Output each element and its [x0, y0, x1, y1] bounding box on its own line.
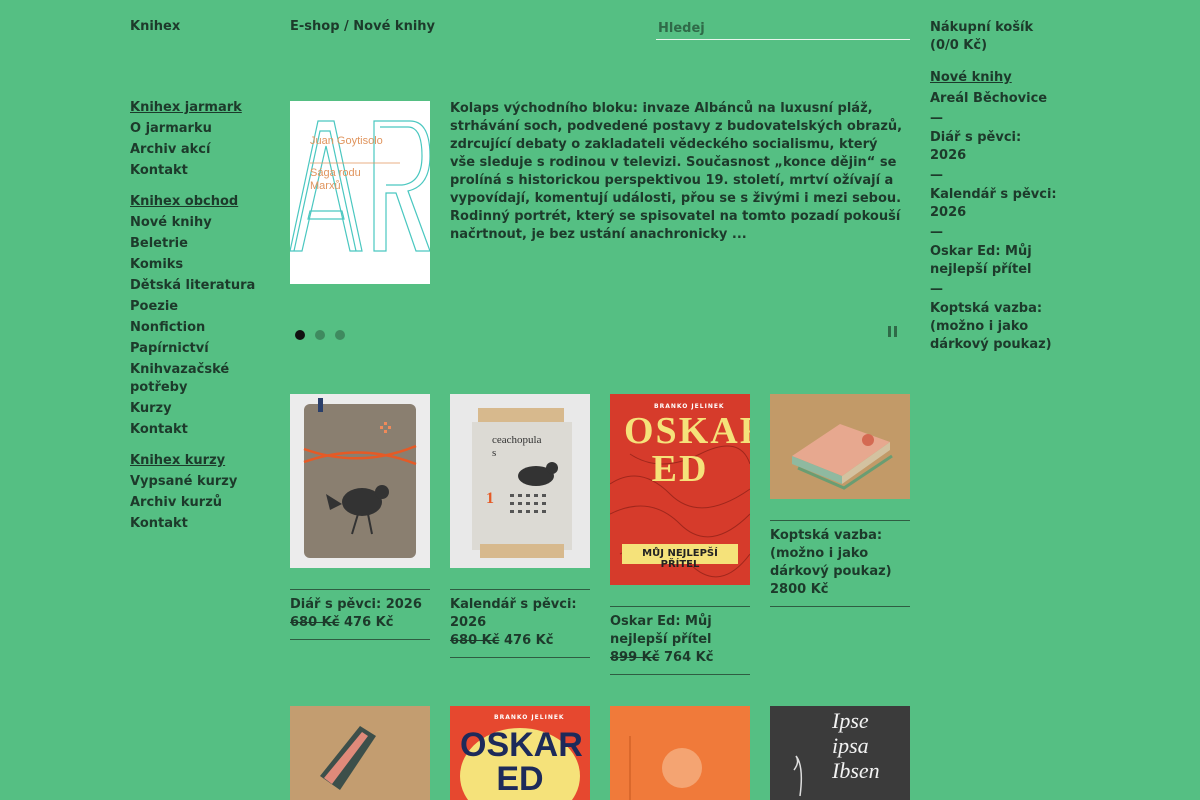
product-card[interactable]	[290, 706, 430, 800]
product-price: 476 Kč	[503, 633, 554, 648]
nav-heading-obchod[interactable]: Knihex obchod	[130, 191, 270, 212]
nav-heading-jarmark[interactable]: Knihex jarmark	[130, 97, 270, 118]
nav-item-nove-knihy[interactable]: Nové knihy	[130, 212, 270, 233]
diary-art	[303, 398, 417, 558]
slide-book-cover[interactable]: Juan Goytisolo Sága rodu Marxů	[290, 101, 430, 284]
product-image-book-binding[interactable]	[290, 706, 430, 800]
product-meta: Kalendář s pěvci: 2026 680 Kč 476 Kč	[450, 589, 590, 658]
product-image-calendar[interactable]: ceachopulas 1	[450, 394, 590, 568]
nav-item-archiv-kurzu[interactable]: Archiv kurzů	[130, 492, 270, 513]
cover-title: Sága rodu Marxů	[310, 167, 361, 192]
slider-dot[interactable]	[315, 330, 325, 340]
product-old-price: 899 Kč	[610, 650, 660, 665]
cart-section-title[interactable]: Nové knihy	[930, 69, 1060, 87]
nav-item-beletrie[interactable]: Beletrie	[130, 233, 270, 254]
slider-dot[interactable]	[295, 330, 305, 340]
nav-item-kurzy[interactable]: Kurzy	[130, 398, 270, 419]
nav-item-archiv-akci[interactable]: Archiv akcí	[130, 139, 270, 160]
product-image-orange-book[interactable]	[610, 706, 750, 800]
nav-item-papirnictvi[interactable]: Papírnictví	[130, 338, 270, 359]
product-title[interactable]: Koptská vazba: (možno i jako dárkový pou…	[770, 527, 910, 581]
nav-item-kontakt[interactable]: Kontakt	[130, 160, 270, 181]
product-price: 764 Kč	[663, 650, 714, 665]
cart-title[interactable]: Nákupní košík	[930, 19, 1060, 37]
nav-item-komiks[interactable]: Komiks	[130, 254, 270, 275]
slider-dot[interactable]	[335, 330, 345, 340]
calendar-month-number: 1	[486, 490, 494, 507]
slider-dots	[295, 330, 345, 340]
product-card[interactable]: BRANKO JELINEK OSKAR ED	[450, 706, 590, 800]
nav-item-kontakt[interactable]: Kontakt	[130, 513, 270, 534]
calendar-word: ceachopulas	[492, 434, 542, 459]
nav-item-o-jarmarku[interactable]: O jarmarku	[130, 118, 270, 139]
cart-separator: —	[930, 282, 943, 297]
product-old-price: 680 Kč	[450, 633, 500, 648]
cover-author: Juan Goytisolo	[310, 135, 383, 147]
calendar-art	[472, 408, 572, 558]
cart-item[interactable]: Koptská vazba: (možno i jako dárkový pou…	[930, 300, 1060, 354]
product-card[interactable]: Diář s pěvci: 2026 680 Kč 476 Kč	[290, 394, 430, 640]
coptic-binding-art	[770, 394, 910, 499]
product-card[interactable]: BRANKO JELINEK OSKAR ED MŮJ NEJLEPŠÍ PŘÍ…	[610, 394, 750, 675]
orange-cover-art	[610, 706, 750, 800]
cart-total: (0/0 Kč)	[930, 38, 988, 53]
product-image-diary[interactable]	[290, 394, 430, 568]
cover-author: BRANKO JELINEK	[494, 714, 565, 721]
product-image-oskar-ed-2[interactable]: BRANKO JELINEK OSKAR ED	[450, 706, 590, 800]
cart-item[interactable]: Kalendář s pěvci: 2026	[930, 186, 1060, 222]
product-card[interactable]: Koptská vazba: (možno i jako dárkový pou…	[770, 394, 910, 607]
cover-title: OSKAR ED	[624, 410, 750, 490]
product-meta: Diář s pěvci: 2026 680 Kč 476 Kč	[290, 589, 430, 640]
product-price: 476 Kč	[343, 615, 394, 630]
cart-item[interactable]: Oskar Ed: Můj nejlepší přítel	[930, 243, 1060, 279]
nav-item-detska-literatura[interactable]: Dětská literatura	[130, 275, 270, 296]
product-title[interactable]: Diář s pěvci: 2026	[290, 596, 430, 614]
cover-author: BRANKO JELINEK	[654, 403, 725, 410]
nav-item-kontakt[interactable]: Kontakt	[130, 419, 270, 440]
logo-link[interactable]: Knihex	[130, 19, 180, 34]
product-price: 2800 Kč	[770, 582, 829, 597]
cart-separator: —	[930, 111, 943, 126]
product-meta: Oskar Ed: Můj nejlepší přítel 899 Kč 764…	[610, 606, 750, 675]
product-title[interactable]: Kalendář s pěvci: 2026	[450, 596, 590, 632]
cover-title: Ipse ipsa Ibsen	[832, 708, 880, 783]
product-card[interactable]: Ipse ipsa Ibsen	[770, 706, 910, 800]
cover-title: OSKAR ED	[460, 726, 583, 798]
breadcrumb[interactable]: E-shop / Nové knihy	[290, 19, 435, 34]
product-image-koptska-vazba[interactable]	[770, 394, 910, 499]
pause-icon[interactable]	[888, 326, 897, 337]
product-title[interactable]: Oskar Ed: Můj nejlepší přítel	[610, 613, 750, 649]
nav-item-poezie[interactable]: Poezie	[130, 296, 270, 317]
product-card[interactable]: ceachopulas 1 Kalendář s pěvci: 2026 680…	[450, 394, 590, 658]
product-old-price: 680 Kč	[290, 615, 340, 630]
binding-art	[290, 706, 430, 800]
nav-heading-kurzy[interactable]: Knihex kurzy	[130, 450, 270, 471]
product-meta: Koptská vazba: (možno i jako dárkový pou…	[770, 520, 910, 607]
search-input[interactable]	[656, 18, 910, 40]
cart-panel: Nákupní košík (0/0 Kč) Nové knihy Areál …	[930, 19, 1060, 354]
sidebar-nav: Knihex jarmark O jarmarku Archiv akcí Ko…	[130, 97, 270, 544]
product-image-oskar-ed[interactable]: BRANKO JELINEK OSKAR ED MŮJ NEJLEPŠÍ PŘÍ…	[610, 394, 750, 585]
cart-item[interactable]: Diář s pěvci: 2026	[930, 129, 1060, 165]
cart-separator: —	[930, 168, 943, 183]
cover-subtitle: MŮJ NEJLEPŠÍ PŘÍTEL	[642, 548, 718, 570]
nav-item-nonfiction[interactable]: Nonfiction	[130, 317, 270, 338]
slide-description: Kolaps východního bloku: invaze Albánců …	[450, 101, 903, 242]
product-card[interactable]	[610, 706, 750, 800]
nav-item-vypsane-kurzy[interactable]: Vypsané kurzy	[130, 471, 270, 492]
nav-item-knihvazacske-potreby[interactable]: Knihvazačské potřeby	[130, 361, 270, 397]
cart-item[interactable]: Areál Běchovice	[930, 90, 1060, 108]
cart-separator: —	[930, 225, 943, 240]
product-image-ipse-ibsen[interactable]: Ipse ipsa Ibsen	[770, 706, 910, 800]
